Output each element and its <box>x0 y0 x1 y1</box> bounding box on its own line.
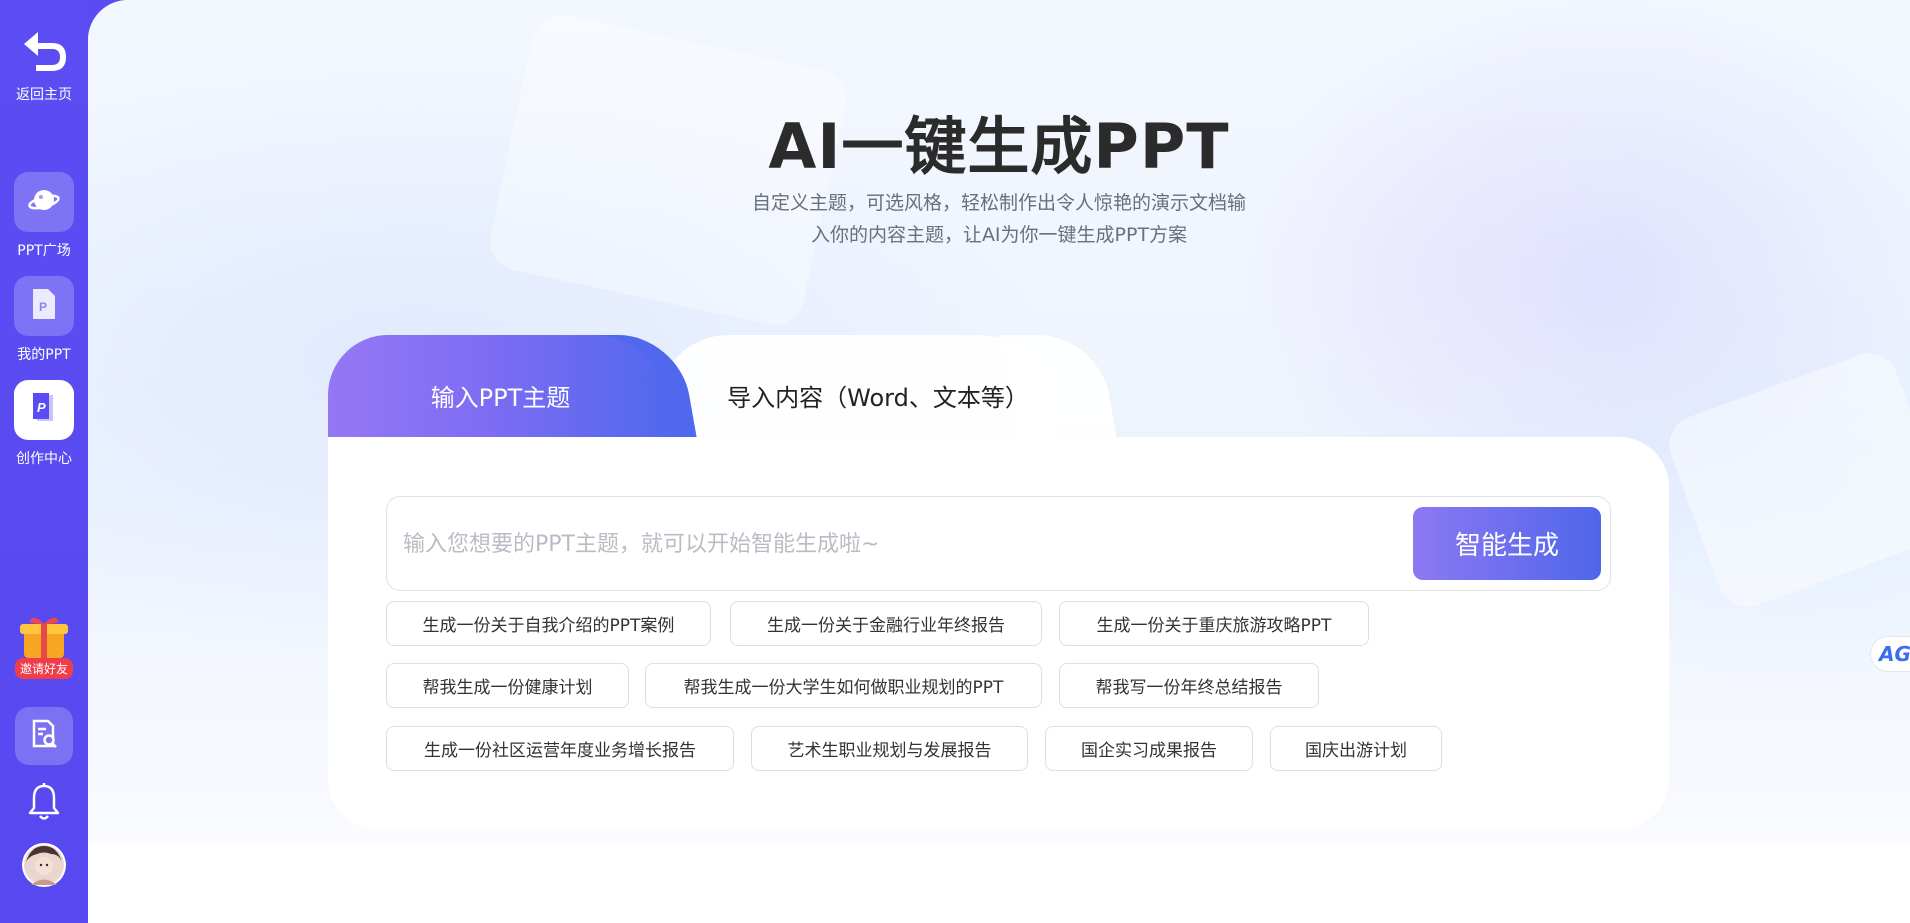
gift-icon <box>16 614 72 664</box>
sidebar: 返回主页 PPT广场 P 我的PPT P 创作中心 邀请好友 <box>0 0 88 923</box>
ppt-create-icon: P <box>29 391 59 429</box>
planet-icon <box>27 183 61 221</box>
sidebar-icon-box: P <box>14 276 74 336</box>
sidebar-icon-box: P <box>14 380 74 440</box>
sidebar-icon-box <box>15 707 73 765</box>
sidebar-item-label: 创作中心 <box>16 451 72 467</box>
sidebar-item-my-ppt[interactable]: P 我的PPT <box>0 276 88 364</box>
user-avatar[interactable] <box>0 842 88 892</box>
svg-text:P: P <box>39 300 47 314</box>
suggestion-chip[interactable]: 帮我生成一份健康计划 <box>386 663 629 708</box>
suggestion-chip[interactable]: 生成一份关于自我介绍的PPT案例 <box>386 601 711 646</box>
suggestion-chip[interactable]: 帮我生成一份大学生如何做职业规划的PPT <box>645 663 1042 708</box>
tab-import-content[interactable]: 导入内容（Word、文本等） <box>668 378 1088 413</box>
back-arrow-icon <box>18 26 70 80</box>
invite-friends-label: 邀请好友 <box>14 658 73 679</box>
back-home-label: 返回主页 <box>16 87 72 103</box>
suggestion-chip[interactable]: 国企实习成果报告 <box>1045 726 1253 771</box>
suggestion-chip[interactable]: 国庆出游计划 <box>1270 726 1442 771</box>
suggestion-chip[interactable]: 生成一份关于金融行业年终报告 <box>730 601 1042 646</box>
search-document-button[interactable] <box>0 707 88 765</box>
ag-logo-icon: AG <box>1879 642 1910 666</box>
sidebar-icon-box <box>14 172 74 232</box>
tab-area: 导入内容（Word、文本等） 输入PPT主题 智能生成 生成一份关于自我介绍的P… <box>88 0 1910 923</box>
floating-assistant-badge[interactable]: AG <box>1870 636 1910 672</box>
suggestion-chip[interactable]: 帮我写一份年终总结报告 <box>1059 663 1319 708</box>
avatar-icon <box>21 842 67 892</box>
bell-icon <box>26 782 62 826</box>
notification-button[interactable] <box>0 782 88 826</box>
svg-text:P: P <box>37 400 46 415</box>
tab-input-topic[interactable]: 输入PPT主题 <box>328 378 673 413</box>
invite-friends-button[interactable]: 邀请好友 <box>0 614 88 679</box>
smart-generate-button[interactable]: 智能生成 <box>1413 507 1601 580</box>
suggestion-chip[interactable]: 艺术生职业规划与发展报告 <box>751 726 1028 771</box>
sidebar-item-label: PPT广场 <box>17 243 71 259</box>
topic-input-box: 智能生成 <box>386 496 1611 591</box>
sidebar-item-creation-center[interactable]: P 创作中心 <box>0 380 88 468</box>
sidebar-item-label: 我的PPT <box>17 347 71 363</box>
suggestion-chip[interactable]: 生成一份社区运营年度业务增长报告 <box>386 726 734 771</box>
ppt-file-icon: P <box>29 287 59 325</box>
suggestion-chip[interactable]: 生成一份关于重庆旅游攻略PPT <box>1059 601 1369 646</box>
back-home-button[interactable]: 返回主页 <box>0 26 88 104</box>
topic-input[interactable] <box>401 509 1381 579</box>
sidebar-item-ppt-plaza[interactable]: PPT广场 <box>0 172 88 260</box>
document-search-icon <box>28 718 60 754</box>
